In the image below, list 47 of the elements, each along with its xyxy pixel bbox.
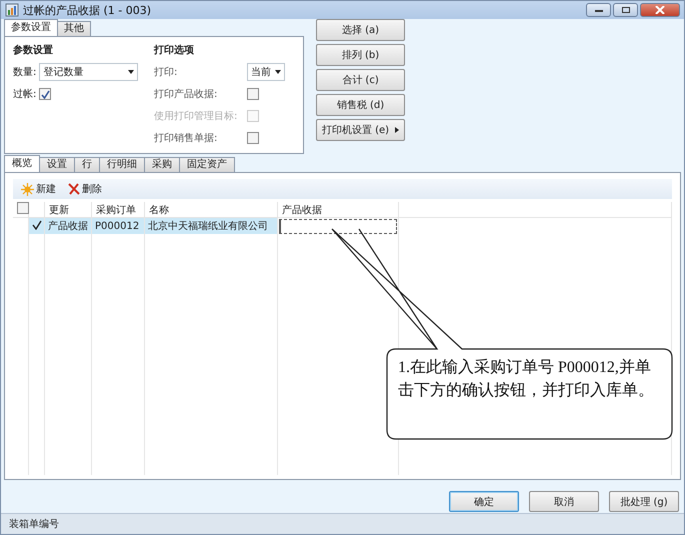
field-label: 使用打印管理目标: [154,110,238,123]
tab[interactable]: 概览 [4,155,40,172]
field-label: 打印销售单据: [154,132,218,145]
dialog-button[interactable]: 批处理 (g) [609,491,679,512]
action-button[interactable]: 排列 (b) [316,44,405,66]
action-button[interactable]: 销售税 (d) [316,94,405,116]
sun-icon [21,182,34,196]
select-all-checkbox[interactable] [17,202,29,214]
toolbar-button[interactable]: 删除 [68,182,102,196]
close-button[interactable] [640,3,680,17]
checkbox[interactable] [39,88,52,100]
action-button[interactable]: 打印机设置 (e) [316,119,405,141]
tab[interactable]: 参数设置 [4,19,58,36]
tab[interactable]: 行 [74,157,100,172]
quantity-dropdown[interactable]: 登记数量 [39,63,138,81]
section-heading: 打印选项 [154,44,195,57]
close-icon [655,6,665,14]
maximize-icon [620,6,630,14]
window-title: 过帐的产品收据 (1 - 003) [23,2,152,18]
field-label: 打印产品收据: [154,88,218,101]
delete-icon [68,183,80,195]
print-dropdown[interactable]: 当前 [247,63,285,81]
dialog-button[interactable]: 取消 [529,491,599,512]
table-cell: 北京中天福瑞纸业有限公司 [144,218,278,234]
app-icon [5,3,19,17]
field-label: 数量: [13,66,36,79]
section-heading: 参数设置 [13,44,54,57]
field-label: 过帐: [13,88,36,101]
action-button[interactable]: 选择 (a) [316,19,405,41]
callout-text: 1.在此输入采购订单号 P000012,并单击下方的确认按钮，并打印入库单。 [398,358,655,401]
minimize-button[interactable] [586,3,611,17]
table-cell: 产品收据 [44,218,92,234]
dialog-button[interactable]: 确定 [449,491,519,512]
field-label: 打印: [154,66,178,79]
tab[interactable]: 其他 [57,21,91,36]
maximize-button[interactable] [613,3,638,17]
tab[interactable]: 固定资产 [179,157,235,172]
table-cell: P000012 [92,218,144,234]
tab[interactable]: 设置 [39,157,75,172]
toolbar-button[interactable]: 新建 [21,182,56,196]
checkbox[interactable] [247,132,259,144]
tab[interactable]: 采购 [144,157,180,172]
tab[interactable]: 行明细 [99,157,145,172]
checkbox[interactable] [247,88,259,100]
status-text: 装箱单编号 [9,518,59,531]
action-button[interactable]: 合计 (c) [316,69,405,91]
minimize-icon [594,7,604,13]
